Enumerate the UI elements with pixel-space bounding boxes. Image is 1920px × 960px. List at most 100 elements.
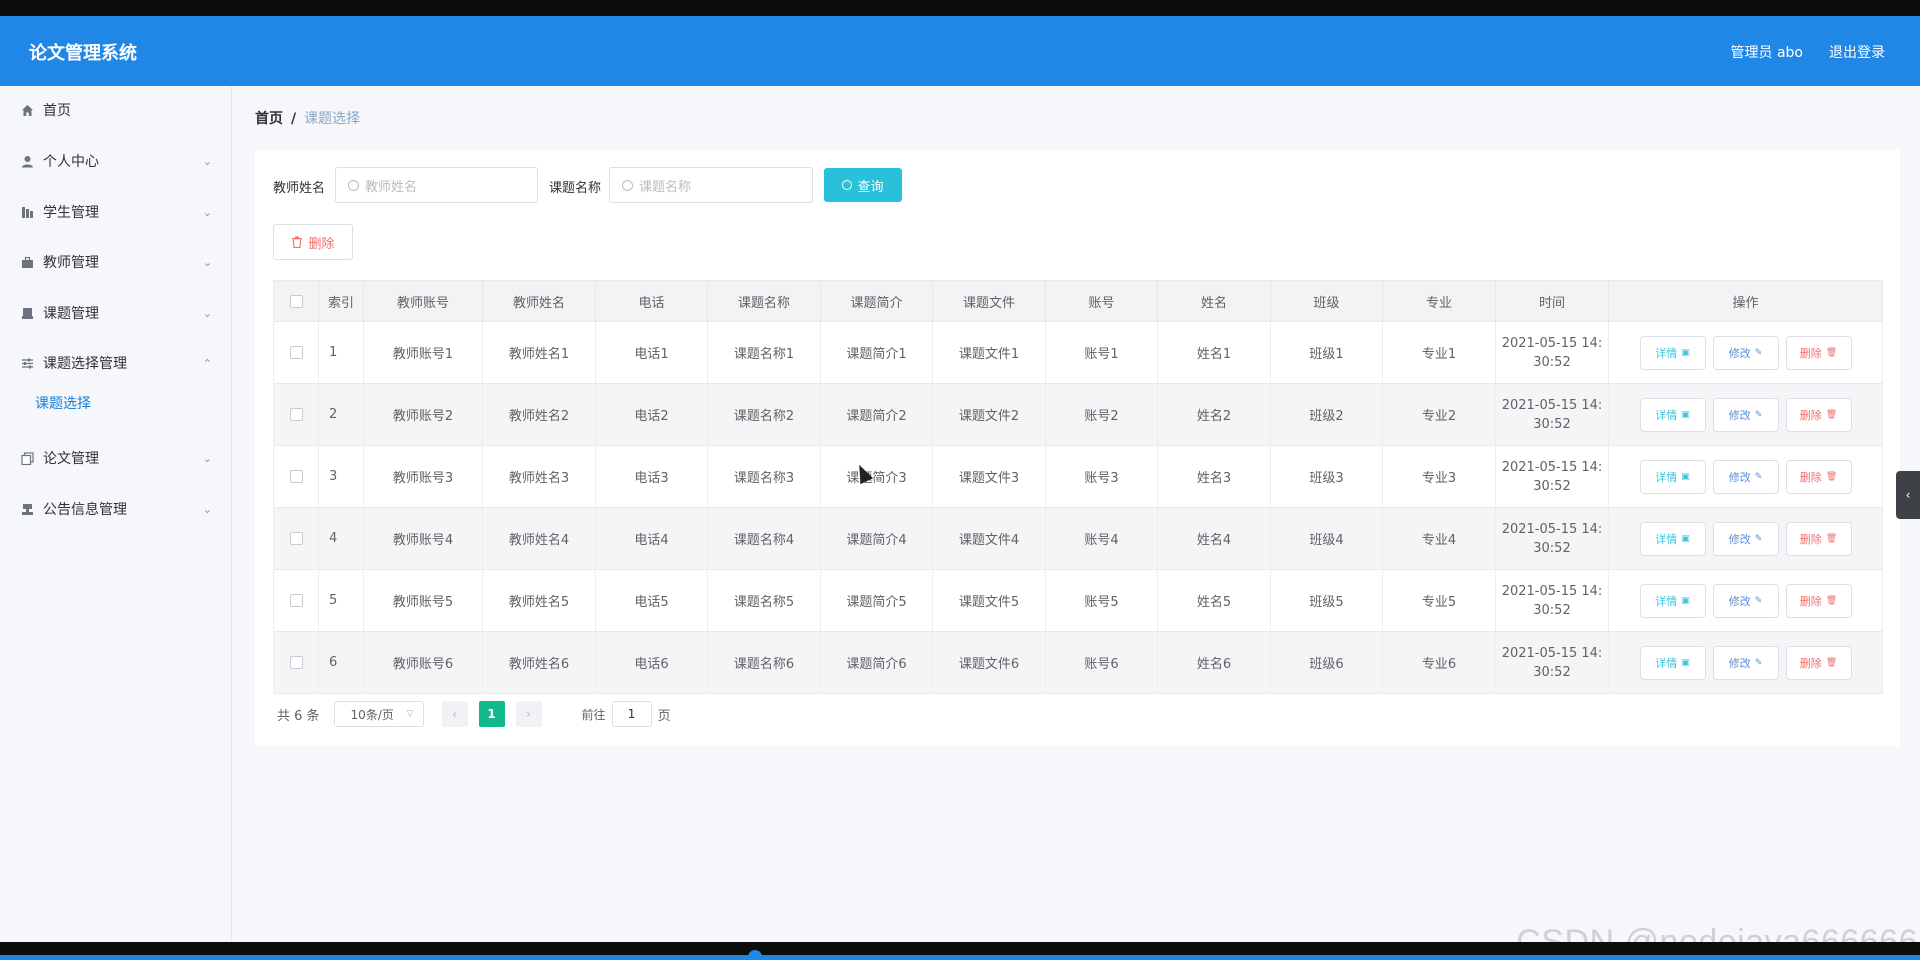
trash-icon: 🗑: [1825, 533, 1838, 544]
time-cell: 2021-05-15 14: 30:52: [1496, 384, 1609, 445]
table-cell: 教师账号4: [364, 508, 483, 569]
table-cell: 账号4: [1046, 508, 1158, 569]
table-cell: 专业1: [1383, 322, 1496, 383]
table-cell: 课题简介2: [821, 384, 933, 445]
edit-button[interactable]: 修改 ✎: [1712, 645, 1779, 680]
row-checkbox[interactable]: [289, 470, 303, 483]
time-cell: 2021-05-15 14: 30:52: [1496, 322, 1609, 383]
edit-button[interactable]: 修改 ✎: [1712, 521, 1779, 556]
table-cell: 课题简介4: [821, 508, 933, 569]
table-cell: 教师账号3: [364, 446, 483, 507]
edit-button[interactable]: 修改 ✎: [1712, 397, 1779, 432]
detail-button[interactable]: 详情 ▣: [1639, 335, 1706, 370]
copy-icon: [20, 451, 34, 465]
column-header: 专业: [1383, 281, 1496, 321]
edit-button[interactable]: 修改 ✎: [1712, 459, 1779, 494]
chevron-down-icon: ⌄: [202, 205, 212, 219]
document-icon: ▣: [1681, 533, 1690, 544]
breadcrumb-home[interactable]: 首页: [255, 111, 283, 127]
edit-button[interactable]: 修改 ✎: [1712, 583, 1779, 618]
pencil-icon: ✎: [1754, 347, 1763, 358]
detail-button[interactable]: 详情 ▣: [1639, 645, 1706, 680]
delete-button-label: 删除: [1799, 656, 1822, 670]
batch-delete-button[interactable]: 删除: [273, 224, 353, 260]
delete-button[interactable]: 删除 🗑: [1785, 397, 1852, 432]
detail-button-label: 详情: [1655, 532, 1678, 546]
time-wrapper: 2021-05-15 14: 30:52: [1502, 582, 1603, 620]
sidebar-item-topic-selection-mgmt[interactable]: 课题选择管理 ⌃: [0, 339, 232, 387]
trash-icon: 🗑: [1825, 347, 1838, 358]
delete-button[interactable]: 删除 🗑: [1785, 583, 1852, 618]
prev-page-button[interactable]: ‹: [441, 701, 468, 727]
user-label: 管理员 abo: [1730, 45, 1803, 61]
next-page-button[interactable]: ›: [515, 701, 542, 727]
table-body: 1 教师账号1 教师姓名1 电话1 课题名称1 课题简介1 课题文件1 账号1 姓名1 班级1 专业…: [273, 322, 1883, 694]
table-cell: 教师姓名3: [483, 446, 596, 507]
sidebar-item-notice-mgmt[interactable]: 公告信息管理 ⌄: [0, 485, 232, 533]
sidebar-item-paper-mgmt[interactable]: 论文管理 ⌄: [0, 434, 232, 482]
row-select-cell: [274, 508, 319, 569]
delete-button[interactable]: 删除 🗑: [1785, 645, 1852, 680]
row-checkbox[interactable]: [289, 408, 303, 421]
delete-button[interactable]: 删除 🗑: [1785, 521, 1852, 556]
table-row: 4 教师账号4 教师姓名4 电话4 课题名称4 课题简介4 课题文件4 账号4 姓名4 班级4 专业…: [273, 508, 1883, 570]
sidebar-item-topic-mgmt[interactable]: 课题管理 ⌄: [0, 289, 232, 337]
time-cell: 2021-05-15 14: 30:52: [1496, 632, 1609, 693]
table-cell: 姓名2: [1158, 384, 1271, 445]
goto-suffix: 页: [657, 708, 671, 724]
table-cell: 教师姓名4: [483, 508, 596, 569]
detail-button[interactable]: 详情 ▣: [1639, 583, 1706, 618]
pencil-icon: ✎: [1754, 657, 1763, 668]
teacher-name-placeholder: 教师姓名: [365, 179, 418, 195]
content-card: 教师姓名 教师姓名 课题名称 课题名称 查询 删除 索引 教师账号 教师姓名 电…: [255, 150, 1900, 746]
goto-page-input[interactable]: 1: [611, 701, 652, 727]
search-icon: [842, 180, 853, 190]
delete-button[interactable]: 删除 🗑: [1785, 459, 1852, 494]
edit-button[interactable]: 修改 ✎: [1712, 335, 1779, 370]
page-number-button[interactable]: 1: [478, 701, 505, 727]
time-wrapper: 2021-05-15 14: 30:52: [1502, 458, 1603, 496]
column-header: 教师姓名: [483, 281, 596, 321]
goto-label: 前往: [581, 707, 606, 722]
logout-link[interactable]: 退出登录: [1829, 42, 1885, 62]
table-cell: 教师账号2: [364, 384, 483, 445]
progress-handle: [748, 950, 762, 960]
delete-button[interactable]: 删除 🗑: [1785, 335, 1852, 370]
collapse-toggle-button[interactable]: ‹: [1896, 471, 1920, 519]
row-checkbox[interactable]: [289, 594, 303, 607]
page-size-select[interactable]: 10条/页 ▽: [333, 701, 424, 727]
row-checkbox[interactable]: [289, 346, 303, 359]
sidebar-item-teacher-mgmt[interactable]: 教师管理 ⌄: [0, 238, 232, 286]
row-checkbox[interactable]: [289, 656, 303, 669]
topic-name-input[interactable]: 课题名称: [609, 167, 813, 203]
column-header: 姓名: [1158, 281, 1271, 321]
trash-icon: 🗑: [1825, 409, 1838, 420]
header-bar: 论文管理系统 管理员 abo 退出登录: [0, 16, 1920, 86]
detail-button-label: 详情: [1655, 470, 1678, 484]
sidebar-item-personal-center[interactable]: 个人中心 ⌄: [0, 137, 232, 185]
select-all-cell: [274, 281, 319, 321]
column-header: 教师账号: [364, 281, 483, 321]
query-button[interactable]: 查询: [824, 168, 902, 202]
sidebar-item-student-mgmt[interactable]: 学生管理 ⌄: [0, 188, 232, 236]
document-icon: ▣: [1681, 595, 1690, 606]
pagination-total: 共 6 条: [277, 708, 320, 724]
table-cell: 班级3: [1271, 446, 1383, 507]
table-cell: 电话4: [596, 508, 708, 569]
teacher-name-input[interactable]: 教师姓名: [335, 167, 538, 203]
sidebar-item-label: 论文管理: [43, 451, 99, 467]
detail-button-label: 详情: [1655, 346, 1678, 360]
table-cell: 教师姓名6: [483, 632, 596, 693]
detail-button[interactable]: 详情 ▣: [1639, 521, 1706, 556]
table-cell: 课题名称2: [708, 384, 821, 445]
detail-button[interactable]: 详情 ▣: [1639, 397, 1706, 432]
sidebar-item-home[interactable]: 首页: [0, 86, 232, 134]
select-all-checkbox[interactable]: [289, 294, 303, 308]
document-icon: ▣: [1681, 409, 1690, 420]
submenu-item-topic-selection[interactable]: 课题选择: [0, 383, 232, 423]
row-checkbox[interactable]: [289, 532, 303, 545]
detail-button[interactable]: 详情 ▣: [1639, 459, 1706, 494]
table-cell: 教师姓名2: [483, 384, 596, 445]
sidebar: 首页 个人中心 ⌄ 学生管理 ⌄ 教师管理 ⌄ 课题管理 ⌄ 课题选择管理 ⌃ …: [0, 86, 232, 942]
table-cell: 姓名5: [1158, 570, 1271, 631]
